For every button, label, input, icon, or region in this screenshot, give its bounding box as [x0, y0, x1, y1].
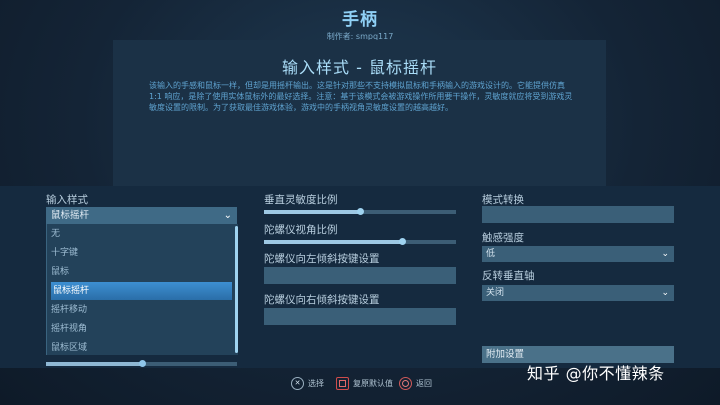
chevron-down-icon: ⌄ — [661, 249, 669, 259]
tilt-left-label: 陀螺仪向左倾斜按键设置 — [264, 253, 380, 265]
chevron-down-icon: ⌄ — [661, 288, 669, 298]
haptic-label: 触感强度 — [482, 232, 524, 244]
description-text: 该输入的手感和鼠标一样，但却是用摇杆输出。这是针对那些不支持模拟鼠标和手柄输入的… — [149, 81, 573, 112]
header: 手柄 制作者: smpq117 — [0, 5, 720, 42]
invert-value: 关闭 — [486, 288, 505, 298]
cross-icon: ✕ — [291, 377, 304, 390]
select-button[interactable]: ✕ 选择 — [291, 377, 324, 391]
left-slider-fill — [46, 362, 142, 366]
haptic-value: 低 — [486, 249, 496, 259]
vertical-ratio-slider[interactable] — [264, 208, 456, 215]
invert-select[interactable]: 关闭 ⌄ — [482, 285, 674, 301]
gyro-angle-knob[interactable] — [399, 238, 407, 245]
input-style-dropdown: 无 十字键 鼠标 鼠标摇杆 摇杆移动 摇杆视角 鼠标区域 — [46, 224, 238, 355]
vertical-ratio-label: 垂直灵敏度比例 — [264, 194, 338, 206]
haptic-select[interactable]: 低 ⌄ — [482, 246, 674, 262]
dropdown-scrollbar[interactable] — [235, 226, 238, 353]
dropdown-option-mouse-joystick[interactable]: 鼠标摇杆 — [51, 282, 232, 300]
invert-label: 反转垂直轴 — [482, 270, 535, 282]
input-style-select[interactable]: 鼠标摇杆 ⌄ — [46, 207, 237, 224]
square-icon — [336, 377, 349, 390]
gyro-angle-slider[interactable] — [264, 238, 456, 245]
dropdown-option-none[interactable]: 无 — [51, 225, 60, 243]
vertical-ratio-fill — [264, 210, 360, 214]
dropdown-option-label: 鼠标摇杆 — [53, 286, 90, 296]
restore-label: 复原默认值 — [353, 379, 393, 388]
dropdown-option-dpad[interactable]: 十字键 — [51, 244, 78, 262]
tilt-left-binding-field[interactable] — [264, 267, 456, 284]
dropdown-option-mouse[interactable]: 鼠标 — [51, 263, 69, 281]
dropdown-option-joystick-camera[interactable]: 摇杆视角 — [51, 320, 87, 338]
watermark: 知乎 @你不懂辣条 — [527, 364, 665, 383]
dropdown-option-mouse-region[interactable]: 鼠标区域 — [51, 339, 87, 357]
chevron-down-icon: ⌄ — [223, 210, 232, 221]
page-title: 手柄 — [342, 10, 378, 30]
dropdown-option-joystick-move[interactable]: 摇杆移动 — [51, 301, 87, 319]
vertical-ratio-knob[interactable] — [357, 208, 364, 215]
restore-default-button[interactable]: 复原默认值 — [336, 377, 393, 391]
tilt-right-binding-field[interactable] — [264, 308, 456, 325]
left-slider-knob[interactable] — [138, 360, 146, 367]
back-label: 返回 — [416, 379, 432, 388]
select-label: 选择 — [308, 379, 324, 388]
circle-icon — [399, 377, 412, 390]
back-button[interactable]: 返回 — [399, 377, 432, 391]
mode-switch-label: 模式转换 — [482, 194, 524, 206]
left-slider[interactable] — [46, 360, 237, 367]
gyro-angle-fill — [264, 240, 403, 244]
mode-switch-field[interactable] — [482, 206, 674, 223]
description-panel: 输入样式 - 鼠标摇杆 该输入的手感和鼠标一样，但却是用摇杆输出。这是针对那些不… — [113, 40, 606, 188]
description-title: 输入样式 - 鼠标摇杆 — [282, 58, 437, 77]
tilt-right-label: 陀螺仪向右倾斜按键设置 — [264, 294, 380, 306]
input-style-label: 输入样式 — [46, 194, 88, 206]
input-style-selected: 鼠标摇杆 — [51, 210, 90, 221]
gyro-angle-label: 陀螺仪视角比例 — [264, 224, 338, 236]
